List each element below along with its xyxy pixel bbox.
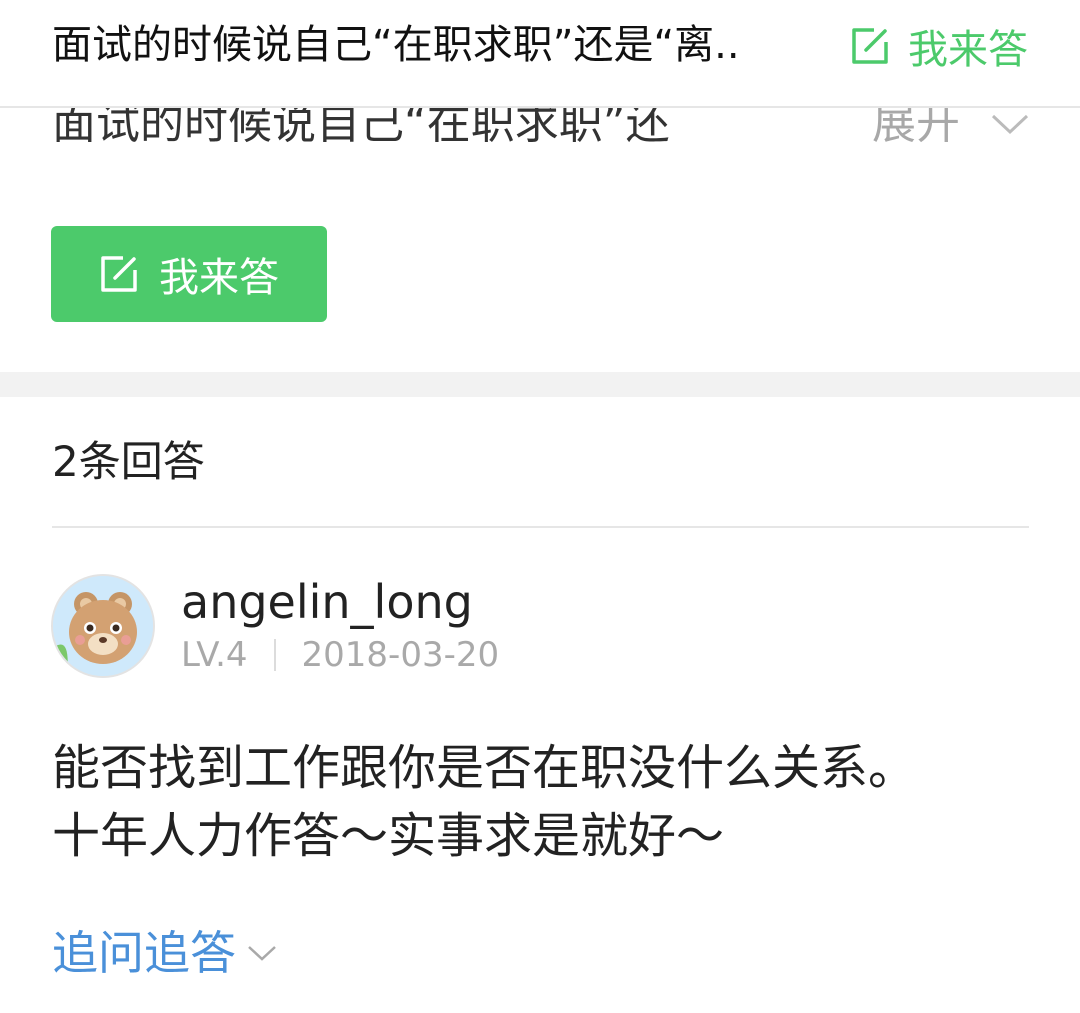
answer-line: 十年人力作答～实事求是就好～ [52,808,725,864]
question-title: 面试的时候说自己“在职求职”还是“离.. [52,22,740,68]
chevron-down-icon [246,943,278,963]
answer-line: 能否找到工作跟你是否在职没什么关系。 [52,740,917,796]
question-page: 面试的时候说自己“在职求职”还是“离.. 我来答 面试的时候说自己“在职求职”还… [0,0,1080,1013]
chevron-down-icon [990,112,1030,136]
answer-button-label: 我来答 [159,255,279,301]
answers-count: 2条回答 [52,437,205,486]
meta-separator [273,639,276,671]
followup-link[interactable]: 追问追答 [52,925,278,981]
answer-date: 2018-03-20 [301,635,500,675]
section-separator [0,372,1080,397]
header-answer-label: 我来答 [908,27,1028,73]
edit-icon [850,26,890,66]
edit-icon [99,254,139,294]
answer-button[interactable]: 我来答 [51,226,327,322]
avatar[interactable] [51,574,155,678]
answer-content: 能否找到工作跟你是否在职没什么关系。 十年人力作答～实事求是就好～ [52,734,1042,870]
header-answer-button[interactable]: 我来答 [850,22,1028,73]
username-link[interactable]: angelin_long [181,574,473,630]
followup-label: 追问追答 [52,926,236,980]
divider [52,526,1029,528]
user-level: LV.4 [181,635,248,675]
sticky-header: 面试的时候说自己“在职求职”还是“离.. 我来答 [0,0,1080,108]
answer-meta: LV.4 2018-03-20 [181,634,499,676]
